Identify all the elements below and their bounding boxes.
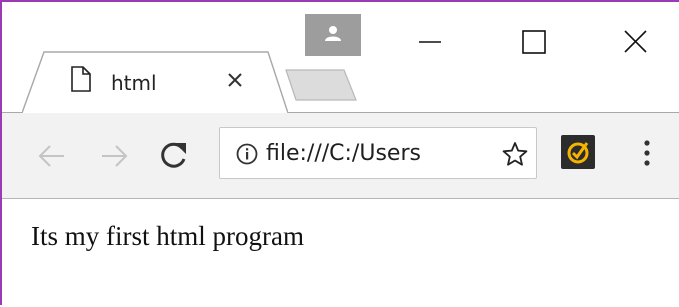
title-bar: html [2, 2, 679, 114]
page-text: Its my first html program [31, 221, 304, 251]
checkmark-badge-icon [567, 142, 589, 164]
new-tab-icon [285, 69, 357, 101]
new-tab-button[interactable] [280, 64, 362, 109]
toolbar: file:///C:/Users [2, 113, 679, 199]
menu-button[interactable] [642, 138, 652, 173]
maximize-icon [522, 30, 546, 54]
page-content: Its my first html program [2, 199, 679, 307]
close-icon [228, 73, 242, 87]
tab-html[interactable]: html [22, 50, 288, 114]
tab-title: html [111, 71, 157, 95]
extension-button[interactable] [561, 135, 595, 169]
back-button[interactable] [36, 143, 66, 174]
three-dots-icon [644, 140, 650, 166]
url-text[interactable]: file:///C:/Users [266, 141, 488, 169]
minimize-button[interactable] [407, 20, 453, 66]
arrow-right-icon [102, 145, 128, 167]
arrow-left-icon [38, 145, 64, 167]
person-icon [325, 26, 341, 41]
minimize-icon [419, 41, 441, 43]
page-icon [71, 66, 91, 92]
bookmark-button[interactable] [502, 141, 528, 172]
profile-button[interactable] [305, 14, 361, 56]
address-bar[interactable]: file:///C:/Users [219, 127, 537, 179]
star-icon [502, 142, 528, 166]
tab-close-button[interactable] [227, 72, 243, 93]
reload-icon [161, 142, 186, 168]
close-icon [624, 30, 647, 53]
reload-button[interactable] [159, 139, 189, 176]
maximize-button[interactable] [511, 20, 557, 66]
forward-button[interactable] [100, 143, 130, 174]
close-window-button[interactable] [613, 20, 659, 66]
info-icon [236, 143, 258, 165]
browser-window: html file:///C:/Users Its my first html … [0, 0, 679, 307]
